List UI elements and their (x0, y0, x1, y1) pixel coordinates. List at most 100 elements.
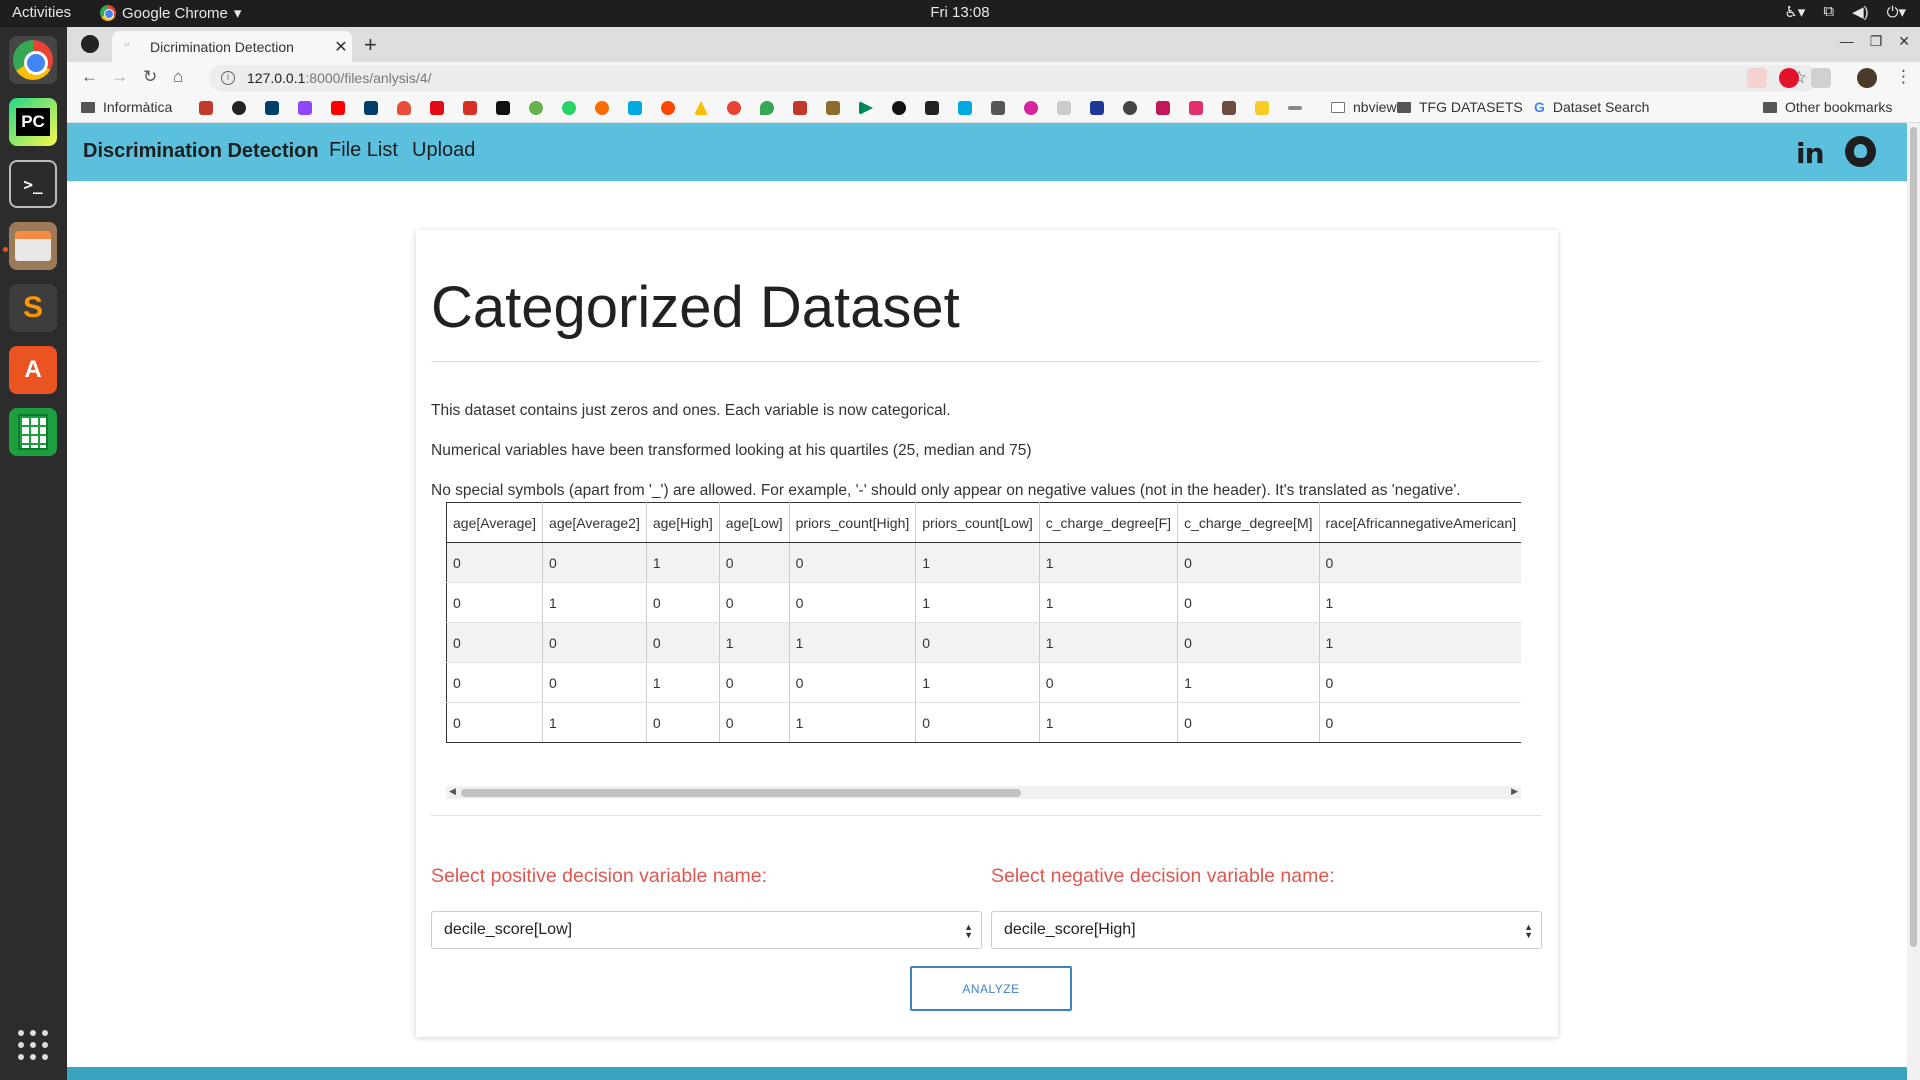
scrollbar-thumb[interactable] (461, 789, 1021, 797)
select-value: decile_score[Low] (444, 921, 573, 938)
github-icon[interactable] (1845, 136, 1876, 167)
positive-variable-select[interactable]: decile_score[Low] ▲ ▼ (431, 911, 982, 949)
drive-icon[interactable] (694, 101, 708, 115)
bookmark-icon[interactable] (1288, 106, 1302, 110)
system-tray[interactable]: ♿▾ ⧉ ◀) ⏻▾ (1784, 3, 1906, 21)
column-header: race[AfricannegativeAmerican] (1319, 502, 1521, 543)
bookmark-folder-informatica[interactable]: Informàtica (81, 99, 172, 115)
close-window-icon[interactable]: ✕ (1898, 33, 1910, 50)
home-icon[interactable]: ⌂ (173, 67, 183, 87)
close-tab-icon[interactable]: ✕ (330, 37, 352, 57)
photos-icon[interactable] (727, 101, 741, 115)
accessibility-icon[interactable]: ♿▾ (1784, 3, 1805, 21)
bookmark-folder-other[interactable]: Other bookmarks (1763, 99, 1892, 115)
menu-kebab-icon[interactable]: ⋮ (1895, 67, 1912, 87)
chart-icon[interactable] (991, 101, 1005, 115)
opera-extension-icon[interactable] (1779, 68, 1799, 88)
navbar-brand[interactable]: Discrimination Detection (83, 140, 319, 163)
dock-files[interactable] (9, 222, 57, 270)
table-cell: 1 (1039, 582, 1179, 623)
linkedin-icon[interactable]: in (1796, 137, 1825, 170)
bookmark-icon[interactable] (1123, 101, 1137, 115)
table-cell: 0 (1177, 622, 1320, 663)
table-cell: 1 (915, 662, 1040, 703)
scroll-right-icon[interactable]: ▶ (1511, 786, 1518, 797)
dock-calc[interactable] (9, 408, 57, 456)
url-host: 127.0.0.1 (247, 70, 306, 86)
bookmark-icon[interactable] (628, 101, 642, 115)
bookmark-folder-tfg[interactable]: TFG DATASETS (1397, 99, 1523, 115)
scroll-left-icon[interactable]: ◀ (449, 786, 456, 797)
forward-icon[interactable]: → (111, 67, 128, 87)
github-icon[interactable] (232, 101, 246, 115)
activities-button[interactable]: Activities (12, 4, 71, 21)
bookmark-icon[interactable] (1255, 101, 1269, 115)
bookmark-icon[interactable] (529, 101, 543, 115)
bookmark-dataset-search[interactable]: G Dataset Search (1534, 99, 1649, 115)
dataset-table: age[Average] age[Average2] age[High] age… (446, 502, 1521, 743)
tab-active[interactable]: ▭ Dicrimination Detection ✕ (112, 31, 352, 62)
reload-icon[interactable]: ↻ (143, 67, 157, 87)
analyze-button[interactable]: ANALYZE (910, 966, 1072, 1011)
nav-link-file-list[interactable]: File List (329, 139, 398, 162)
scrollbar-thumb[interactable] (1910, 127, 1917, 947)
instagram-icon[interactable] (1189, 101, 1203, 115)
page-vertical-scrollbar[interactable] (1907, 123, 1920, 1080)
extension-icon[interactable] (1747, 68, 1767, 88)
bookmark-icon[interactable] (925, 101, 939, 115)
play-icon[interactable] (859, 101, 873, 115)
reddit-icon[interactable] (661, 101, 675, 115)
address-bar[interactable]: i 127.0.0.1:8000/files/anlysis/4/ ☆ (209, 65, 1819, 91)
bookmark-icon[interactable] (826, 101, 840, 115)
volume-icon[interactable]: ◀) (1852, 3, 1869, 21)
profile-avatar[interactable] (1857, 68, 1877, 88)
network-icon[interactable]: ⧉ (1823, 3, 1834, 21)
netflix-icon[interactable] (430, 101, 444, 115)
table-cell: 0 (446, 622, 544, 663)
dataset-table-scroll[interactable]: age[Average] age[Average2] age[High] age… (446, 502, 1521, 747)
whatsapp-icon[interactable] (562, 101, 576, 115)
gmail-icon[interactable] (463, 101, 477, 115)
dock-chrome[interactable] (9, 36, 57, 84)
hbo-icon[interactable] (496, 101, 510, 115)
bookmark-icon[interactable] (1024, 101, 1038, 115)
youtube-icon[interactable] (331, 101, 345, 115)
column-header: priors_count[Low] (915, 502, 1040, 543)
extension-icon[interactable] (1811, 68, 1831, 88)
bookmark-icon[interactable] (1090, 101, 1104, 115)
app-menu[interactable]: Google Chrome ▾ (100, 4, 241, 22)
table-cell: 0 (789, 662, 917, 703)
bookmark-icon[interactable] (793, 101, 807, 115)
bookmark-icon[interactable] (595, 101, 609, 115)
bookmark-icon[interactable] (1222, 101, 1236, 115)
site-info-icon[interactable]: i (221, 71, 235, 85)
negative-variable-select[interactable]: decile_score[High] ▲ ▼ (991, 911, 1542, 949)
back-icon[interactable]: ← (81, 67, 98, 87)
minimize-icon[interactable]: — (1840, 33, 1854, 50)
show-apps-icon[interactable] (18, 1030, 48, 1060)
nav-link-upload[interactable]: Upload (412, 139, 475, 162)
bookmark-icon[interactable] (265, 101, 279, 115)
dock-software[interactable]: A (9, 346, 57, 394)
bookmark-icon[interactable] (397, 101, 411, 115)
dock-terminal[interactable]: >_ (9, 160, 57, 208)
dock: PC >_ S A (0, 27, 67, 1080)
power-icon[interactable]: ⏻▾ (1887, 3, 1906, 21)
table-cell: 0 (1177, 702, 1320, 743)
table-horizontal-scrollbar[interactable]: ◀ ▶ (446, 786, 1521, 799)
bookmark-icon[interactable] (958, 101, 972, 115)
twitch-icon[interactable] (298, 101, 312, 115)
bookmark-icon[interactable] (199, 101, 213, 115)
github-icon[interactable] (81, 35, 99, 53)
dock-sublime[interactable]: S (9, 284, 57, 332)
restore-icon[interactable]: ❐ (1870, 33, 1883, 50)
bookmark-icon[interactable] (1057, 101, 1071, 115)
bookmark-icon[interactable] (364, 101, 378, 115)
dock-pycharm[interactable]: PC (9, 98, 57, 146)
clock[interactable]: Fri 13:08 (0, 4, 1920, 21)
maps-icon[interactable] (760, 101, 774, 115)
bookmark-icon[interactable] (892, 101, 906, 115)
bookmark-icon[interactable] (1156, 101, 1170, 115)
table-cell: 0 (719, 582, 790, 623)
new-tab-icon[interactable]: + (364, 32, 377, 58)
